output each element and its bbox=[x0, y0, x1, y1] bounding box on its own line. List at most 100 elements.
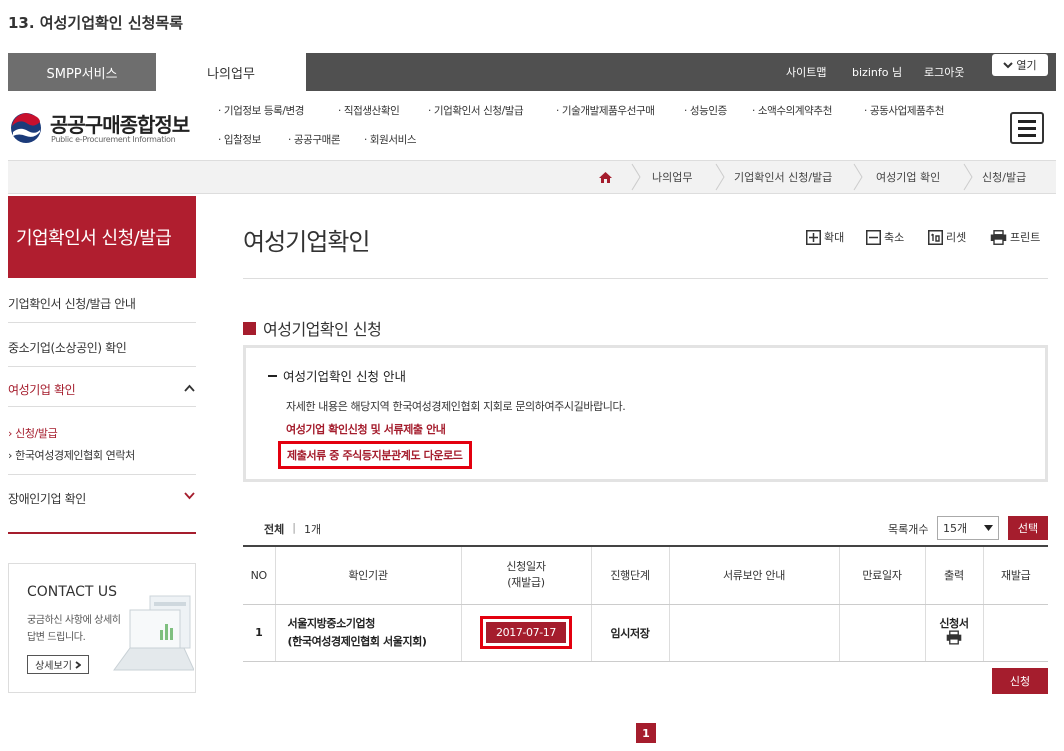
open-label: 열기 bbox=[1016, 59, 1037, 72]
gnb-item-performance[interactable]: · 성능인증 bbox=[684, 103, 727, 118]
sitemap-link[interactable]: 사이트맵 bbox=[786, 53, 826, 91]
divider bbox=[243, 278, 1048, 279]
column-header-doc-security: 서류보안 안내 bbox=[668, 545, 839, 605]
print-application-label[interactable]: 신청서 bbox=[926, 617, 983, 630]
date-badge[interactable]: 2017-07-17 bbox=[486, 622, 566, 643]
total-value: 1개 bbox=[303, 523, 322, 536]
zoom-out-label: 축소 bbox=[884, 231, 905, 244]
chevron-right-icon bbox=[963, 163, 973, 191]
column-header-stage: 진행단계 bbox=[590, 545, 669, 605]
apply-button[interactable]: 신청 bbox=[992, 668, 1048, 694]
gnb-item-tech-product[interactable]: · 기술개발제품우선구매 bbox=[556, 103, 655, 118]
logo-icon[interactable] bbox=[10, 112, 42, 144]
logo-name[interactable]: 공공구매종합정보 bbox=[50, 109, 190, 138]
logo-subtitle: Public e-Procurement Information bbox=[51, 135, 176, 144]
tab-my-work[interactable]: 나의업무 bbox=[156, 53, 306, 91]
printer-icon[interactable] bbox=[946, 630, 962, 645]
chevron-down-icon[interactable] bbox=[184, 492, 195, 500]
cell-reissue bbox=[982, 604, 1048, 662]
gnb-item-procurement[interactable]: · 공공구매론 bbox=[288, 132, 341, 147]
tab-smpp-service[interactable]: SMPP서비스 bbox=[8, 53, 156, 91]
cell-print[interactable]: 신청서 bbox=[924, 604, 983, 662]
breadcrumb-item-apply[interactable]: 신청/발급 bbox=[982, 160, 1026, 194]
divider bbox=[8, 322, 196, 323]
cell-org: 서울지방중소기업청 (한국여성경제인협회 서울지회) bbox=[274, 604, 461, 662]
gnb-item-direct-production[interactable]: · 직접생산확인 bbox=[338, 103, 400, 118]
print-button[interactable]: 프린트 bbox=[990, 229, 1040, 245]
contact-title: CONTACT US bbox=[27, 584, 117, 600]
chevron-right-icon bbox=[631, 163, 641, 191]
contact-detail-button[interactable]: 상세보기 bbox=[27, 655, 89, 674]
print-label: 프린트 bbox=[1010, 231, 1041, 244]
cell-date: 2017-07-17 bbox=[460, 604, 591, 662]
divider bbox=[8, 406, 196, 407]
breadcrumb-item-my-work[interactable]: 나의업무 bbox=[652, 160, 692, 194]
zoom-in-button[interactable]: 확대 bbox=[806, 229, 844, 245]
gnb-item-bid-info[interactable]: · 입찰정보 bbox=[218, 132, 261, 147]
divider bbox=[8, 474, 196, 475]
page-title: 여성기업확인 bbox=[243, 228, 370, 256]
per-page-select[interactable]: 15개 bbox=[937, 516, 999, 540]
guide-link-download[interactable]: 제출서류 중 주식등지분관계도 다운로드 bbox=[278, 441, 472, 469]
guide-heading-label: 여성기업확인 신청 안내 bbox=[283, 369, 406, 384]
menu-icon[interactable] bbox=[1010, 112, 1044, 144]
zoom-out-button[interactable]: 축소 bbox=[866, 229, 904, 245]
section-title-label: 여성기업확인 신청 bbox=[263, 320, 382, 339]
per-page-label: 목록개수 bbox=[888, 523, 929, 536]
page-caption: 13. 여성기업확인 신청목록 bbox=[8, 14, 184, 32]
divider bbox=[8, 532, 196, 534]
plus-box-icon bbox=[806, 229, 821, 245]
lnb-item-women-company[interactable]: 여성기업 확인 bbox=[8, 381, 196, 398]
cell-org-line1: 서울지방중소기업청 bbox=[287, 616, 376, 630]
home-icon[interactable] bbox=[599, 172, 612, 183]
gnb-item-company-info[interactable]: · 기업정보 등록/변경 bbox=[218, 103, 304, 118]
column-header-reissue: 재발급 bbox=[982, 545, 1048, 605]
column-header-expire: 만료일자 bbox=[838, 545, 925, 605]
reset-button[interactable]: 리셋 bbox=[928, 229, 966, 245]
lnb-item-guide[interactable]: 기업확인서 신청/발급 안내 bbox=[8, 295, 196, 312]
cell-org-line2: (한국여성경제인협회 서울지회) bbox=[287, 634, 427, 648]
chevron-right-icon bbox=[715, 163, 725, 191]
open-button[interactable]: 열기 bbox=[992, 54, 1048, 76]
guide-link-submission[interactable]: 여성기업 확인신청 및 서류제출 안내 bbox=[286, 421, 446, 437]
cell-stage: 임시저장 bbox=[590, 604, 669, 662]
guide-heading: 여성기업확인 신청 안내 bbox=[268, 366, 406, 385]
chevron-up-icon[interactable] bbox=[184, 384, 195, 392]
column-header-no: NO bbox=[243, 545, 275, 605]
gnb-item-joint-product[interactable]: · 공동사업제품추천 bbox=[864, 103, 944, 118]
total-label: 전체 bbox=[264, 523, 285, 536]
reset-label: 리셋 bbox=[946, 231, 967, 244]
minus-box-icon bbox=[866, 229, 881, 245]
column-header-print: 출력 bbox=[924, 545, 983, 605]
caret-down-icon bbox=[984, 525, 993, 531]
section-title: 여성기업확인 신청 bbox=[243, 316, 382, 340]
lnb-item-sme[interactable]: 중소기업(소상공인) 확인 bbox=[8, 339, 196, 356]
breadcrumb-item-women-company[interactable]: 여성기업 확인 bbox=[876, 160, 940, 194]
table-row: 1 서울지방중소기업청 (한국여성경제인협회 서울지회) 2017-07-17 … bbox=[243, 604, 1048, 662]
square-bullet-icon bbox=[243, 321, 256, 335]
chevron-right-icon bbox=[853, 163, 863, 191]
logout-link[interactable]: 로그아웃 bbox=[924, 53, 964, 91]
select-button[interactable]: 선택 bbox=[1008, 516, 1048, 540]
contact-text-1: 궁금하신 사항에 상세히 bbox=[27, 615, 121, 626]
chevron-right-icon bbox=[75, 660, 81, 669]
gnb-item-certificate[interactable]: · 기업확인서 신청/발급 bbox=[428, 103, 524, 118]
page-number-current[interactable]: 1 bbox=[636, 723, 656, 743]
user-name: bizinfo 님 bbox=[852, 66, 903, 79]
gnb-item-small-contract[interactable]: · 소액수의계약추천 bbox=[752, 103, 832, 118]
lnb-title: 기업확인서 신청/발급 bbox=[8, 196, 196, 278]
lnb-sub-contact-label: 한국여성경제인협회 연락처 bbox=[15, 449, 135, 462]
chevron-down-icon bbox=[1003, 62, 1014, 69]
dash-icon bbox=[268, 374, 277, 377]
gnb-item-member[interactable]: · 회원서비스 bbox=[364, 132, 417, 147]
lnb-item-disabled-company[interactable]: 장애인기업 확인 bbox=[8, 490, 196, 507]
application-table: NO 확인기관 신청일자 (재발급) 진행단계 서류보안 안내 만료일자 출력 … bbox=[243, 545, 1048, 662]
breadcrumb-item-certificate[interactable]: 기업확인서 신청/발급 bbox=[734, 160, 832, 194]
printer-icon bbox=[990, 229, 1007, 245]
table-header-row: NO 확인기관 신청일자 (재발급) 진행단계 서류보안 안내 만료일자 출력 … bbox=[243, 545, 1048, 605]
per-page-value: 15개 bbox=[943, 522, 968, 535]
contact-detail-label: 상세보기 bbox=[35, 661, 72, 672]
lnb-sub-apply[interactable]: › 신청/발급 bbox=[8, 425, 58, 441]
lnb-sub-contact[interactable]: › 한국여성경제인협회 연락처 bbox=[8, 447, 135, 463]
divider bbox=[8, 366, 196, 367]
